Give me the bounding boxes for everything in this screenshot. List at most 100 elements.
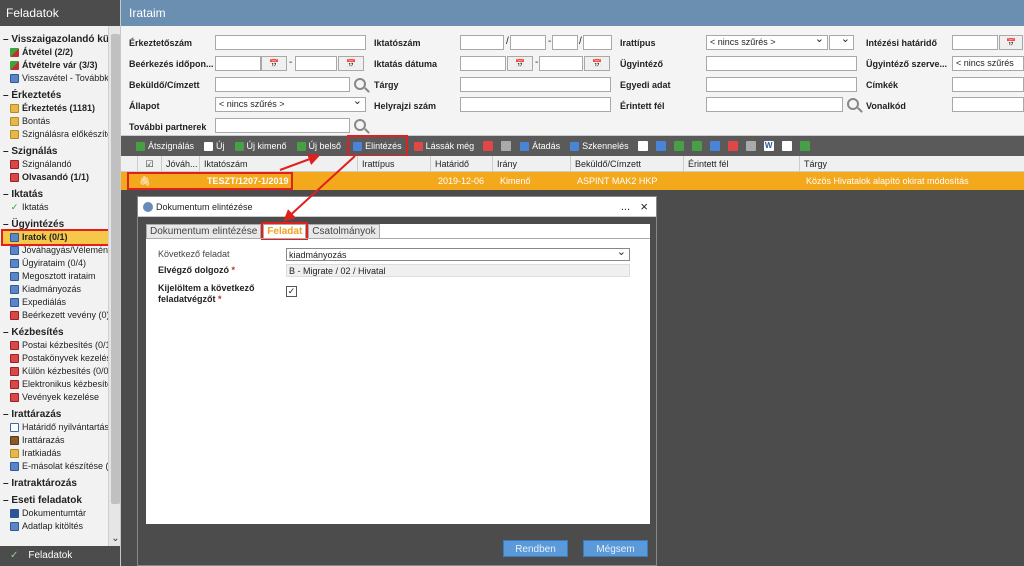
calendar-icon[interactable]: 📅 xyxy=(999,35,1023,50)
sidebar-item[interactable]: Ügyirataim (0/4) xyxy=(0,257,108,270)
word-export-icon[interactable]: W xyxy=(763,141,774,151)
flag-red-icon[interactable] xyxy=(727,141,738,151)
column-header[interactable]: Beküldő/Címzett xyxy=(570,156,683,172)
cimkek-input[interactable] xyxy=(952,77,1024,92)
irattipus-select[interactable]: < nincs szűrés > xyxy=(706,35,828,50)
shield-icon[interactable] xyxy=(483,141,494,151)
sidebar-scroll-thumb[interactable] xyxy=(111,34,120,504)
rendben-button[interactable]: Rendben xyxy=(503,540,568,557)
search-icon[interactable] xyxy=(847,98,859,110)
intezesi-input[interactable] xyxy=(952,35,998,50)
calendar-icon[interactable]: 📅 xyxy=(261,56,287,71)
sidebar-item[interactable]: Kiadmányozás xyxy=(0,283,108,296)
sidebar-section-title[interactable]: Iratraktározás xyxy=(0,473,108,490)
sidebar-section-title[interactable]: Iktatás xyxy=(0,184,108,201)
calendar-icon[interactable]: 📅 xyxy=(507,56,533,71)
sidebar-item[interactable]: Dokumentumtár xyxy=(0,507,108,520)
sidebar-item[interactable]: Külön kézbesítés (0/0) xyxy=(0,365,108,378)
sidebar-item[interactable]: Határidő nyilvántartás xyxy=(0,421,108,434)
sidebar-item[interactable]: Visszavétel - Továbbk xyxy=(0,72,108,85)
iktatas-from-input[interactable] xyxy=(460,56,506,71)
column-header[interactable]: Érintett fél xyxy=(683,156,799,172)
column-header[interactable]: Irány xyxy=(492,156,570,172)
sidebar-section-title[interactable]: Visszaigazolandó külde xyxy=(0,29,108,46)
irattipus-sub-select[interactable] xyxy=(829,35,854,50)
egyedi-input[interactable] xyxy=(706,77,857,92)
sidebar-item[interactable]: Megosztott irataim xyxy=(0,270,108,283)
tab-feladat[interactable]: Feladat xyxy=(261,222,309,240)
beerkezes-to-input[interactable] xyxy=(295,56,337,71)
sidebar-item[interactable]: Beérkezett vevény (0) xyxy=(0,309,108,322)
column-header[interactable]: Iktatószám xyxy=(199,156,357,172)
iktatoszam-input-2[interactable] xyxy=(510,35,546,50)
sidebar-item[interactable]: ✓ Iktatás xyxy=(0,201,108,214)
helyrajzi-input[interactable] xyxy=(460,97,611,112)
column-header[interactable]: Irattípus xyxy=(357,156,430,172)
sidebar-item[interactable]: Irattárazás xyxy=(0,434,108,447)
tab-dokumentum-elintezese[interactable]: Dokumentum elintézése xyxy=(146,224,262,238)
iktatoszam-input-1[interactable] xyxy=(460,35,504,50)
uj-kimeno-button[interactable]: Új kimenő xyxy=(234,138,288,154)
sidebar-item[interactable]: Vevények kezelése xyxy=(0,391,108,404)
sidebar-item[interactable]: Átvételre vár (3/3) xyxy=(0,59,108,72)
excel-export-icon[interactable] xyxy=(799,141,810,151)
search-icon[interactable] xyxy=(354,119,366,131)
tab-csatolmanyok[interactable]: Csatolmányok xyxy=(308,224,380,238)
sidebar-item[interactable]: Postai kézbesítés (0/1) xyxy=(0,339,108,352)
sidebar-item[interactable]: Érkeztetés (1181) xyxy=(0,102,108,115)
vonalkod-input[interactable] xyxy=(952,97,1024,112)
allapot-select[interactable]: < nincs szűrés > xyxy=(215,97,366,112)
flag-blue-icon[interactable] xyxy=(709,141,720,151)
erkezteto-input[interactable] xyxy=(215,35,366,50)
sidebar-item[interactable]: Adatlap kitöltés xyxy=(0,520,108,533)
ugyintezo-szerve-select[interactable]: < nincs szűrés xyxy=(952,56,1024,71)
bekuldo-input[interactable] xyxy=(215,77,350,92)
sidebar-item[interactable]: Szignálásra előkészítés xyxy=(0,128,108,141)
iktatoszam-input-4[interactable] xyxy=(583,35,612,50)
sidebar-section-title[interactable]: Kézbesítés xyxy=(0,322,108,339)
elintezes-button[interactable]: Elintézés xyxy=(347,135,408,157)
beerkezes-from-input[interactable] xyxy=(215,56,261,71)
sidebar-item[interactable]: Olvasandó (1/1) xyxy=(0,171,108,184)
sidebar-section-title[interactable]: Irattárazás xyxy=(0,404,108,421)
lassak-meg-button[interactable]: Lássák még xyxy=(413,138,476,154)
targy-input[interactable] xyxy=(460,77,611,92)
kijeloltem-checkbox[interactable]: ✓ xyxy=(286,286,297,297)
column-header[interactable]: Határidő xyxy=(430,156,492,172)
kovetkezo-feladat-select[interactable]: kiadmányozás xyxy=(286,246,630,261)
uj-belso-button[interactable]: Új belső xyxy=(296,138,343,154)
select-all-checkbox[interactable]: ☑ xyxy=(137,156,161,172)
sidebar-item[interactable]: Elektronikus kézbesítés xyxy=(0,378,108,391)
table-row[interactable]: 🖇 TESZT/1207-1/2019 2019-12-06 Kimenő AS… xyxy=(121,172,1024,190)
sidebar-section-title[interactable]: Ügyintézés xyxy=(0,214,108,231)
search-icon[interactable] xyxy=(354,78,366,90)
scroll-down-icon[interactable]: ⌄ xyxy=(109,533,120,544)
sidebar-item[interactable]: Átvétel (2/2) xyxy=(0,46,108,59)
sidebar-item[interactable]: Iratok (0/1) xyxy=(1,229,108,246)
column-header[interactable]: Jóváh... xyxy=(161,156,199,172)
calendar-icon[interactable]: 📅 xyxy=(338,56,364,71)
megsem-button[interactable]: Mégsem xyxy=(583,540,648,557)
atadas-button[interactable]: Átadás xyxy=(519,138,561,154)
sidebar-footer[interactable]: ✓ Feladatok xyxy=(0,546,120,566)
sidebar-item[interactable]: E-másolat készítése (0/ xyxy=(0,460,108,473)
iktatas-to-input[interactable] xyxy=(539,56,583,71)
sidebar-section-title[interactable]: Szignálás xyxy=(0,141,108,158)
sidebar-scrollbar[interactable]: ⌄ xyxy=(108,26,120,546)
more-icon[interactable]: ... xyxy=(621,197,630,217)
tovabbi-input[interactable] xyxy=(215,118,350,133)
sidebar-item[interactable]: Szignálandó xyxy=(0,158,108,171)
sidebar-item[interactable]: Bontás xyxy=(0,115,108,128)
sidebar-section-title[interactable]: Érkeztetés xyxy=(0,85,108,102)
close-icon[interactable]: × xyxy=(640,197,648,217)
attach-icon[interactable] xyxy=(655,141,666,151)
sidebar-section-title[interactable]: Eseti feladatok xyxy=(0,490,108,507)
pdf-export-icon[interactable] xyxy=(781,141,792,151)
print-icon[interactable] xyxy=(745,141,756,151)
calendar-icon[interactable]: 📅 xyxy=(584,56,610,71)
sidebar-item[interactable]: Jóváhagyás/Véleménye xyxy=(0,244,108,257)
ugyintezo-input[interactable] xyxy=(706,56,857,71)
flag-green-icon[interactable] xyxy=(691,141,702,151)
iktatoszam-input-3[interactable] xyxy=(552,35,578,50)
szkenneles-button[interactable]: Szkennelés xyxy=(569,138,630,154)
